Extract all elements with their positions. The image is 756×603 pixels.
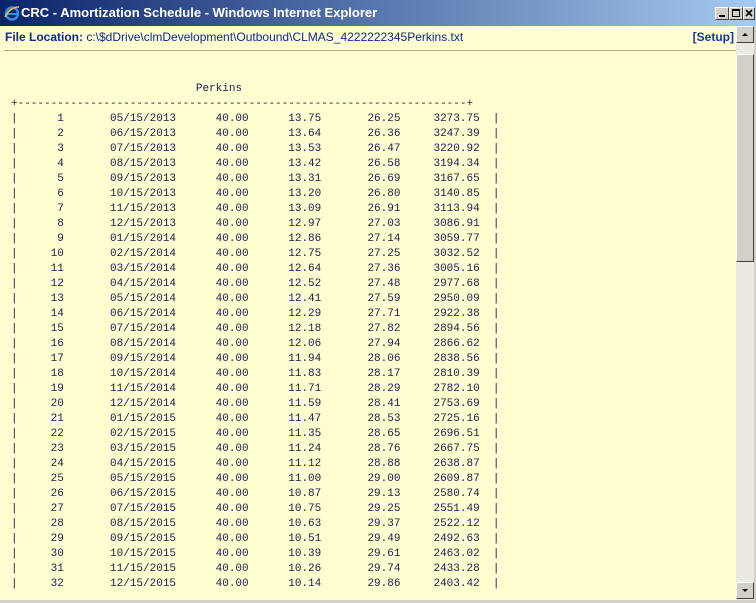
schedule-row: | 27 07/15/2015 40.00 10.75 29.25 2551.4… [11, 503, 500, 515]
window-title: CRC - Amortization Schedule - Windows In… [21, 5, 378, 20]
schedule-row: | 19 11/15/2014 40.00 11.71 28.29 2782.1… [11, 383, 500, 395]
minimize-button[interactable] [715, 7, 729, 20]
schedule-row: | 2 06/15/2013 40.00 13.64 26.36 3247.39… [11, 128, 500, 140]
page-content: File Location: c:\$dDrive\clmDevelopment… [0, 26, 756, 600]
close-icon [745, 9, 753, 17]
schedule-row: | 5 09/15/2013 40.00 13.31 26.69 3167.65… [11, 173, 500, 185]
schedule-row: | 7 11/15/2013 40.00 13.09 26.91 3113.94… [11, 203, 500, 215]
schedule-row: | 30 10/15/2015 40.00 10.39 29.61 2463.0… [11, 548, 500, 560]
minimize-icon [719, 15, 725, 17]
schedule-row: | 23 03/15/2015 40.00 11.24 28.76 2667.7… [11, 443, 500, 455]
file-location-label: File Location: [5, 30, 83, 44]
amortization-text: Perkins +-------------------------------… [11, 82, 499, 592]
schedule-row: | 24 04/15/2015 40.00 11.12 28.88 2638.8… [11, 458, 500, 470]
schedule-row: | 15 07/15/2014 40.00 12.18 27.82 2894.5… [11, 323, 500, 335]
ascii-border-top: +---------------------------------------… [11, 98, 474, 110]
text-pane: Perkins +-------------------------------… [2, 53, 736, 598]
schedule-row: | 1 05/15/2013 40.00 13.75 26.25 3273.75… [11, 113, 500, 125]
schedule-row: | 16 08/15/2014 40.00 12.06 27.94 2866.6… [11, 338, 500, 350]
schedule-row: | 13 05/15/2014 40.00 12.41 27.59 2950.0… [11, 293, 500, 305]
title-bar[interactable]: CRC - Amortization Schedule - Windows In… [0, 0, 756, 26]
schedule-row: | 21 01/15/2015 40.00 11.47 28.53 2725.1… [11, 413, 500, 425]
schedule-row: | 29 09/15/2015 40.00 10.51 29.49 2492.6… [11, 533, 500, 545]
schedule-row: | 9 01/15/2014 40.00 12.86 27.14 3059.77… [11, 233, 500, 245]
scroll-up-button[interactable] [736, 26, 754, 43]
schedule-row: | 25 05/15/2015 40.00 11.00 29.00 2609.8… [11, 473, 500, 485]
arrow-down-icon [742, 589, 748, 592]
arrow-up-icon [742, 33, 748, 36]
file-location: File Location: c:\$dDrive\clmDevelopment… [5, 30, 463, 44]
scroll-thumb[interactable] [736, 54, 754, 262]
schedule-row: | 17 09/15/2014 40.00 11.94 28.06 2838.5… [11, 353, 500, 365]
schedule-title: Perkins [195, 83, 243, 95]
schedule-row: | 3 07/15/2013 40.00 13.53 26.47 3220.92… [11, 143, 500, 155]
schedule-row: | 20 12/15/2014 40.00 11.59 28.41 2753.6… [11, 398, 500, 410]
header-divider [4, 50, 736, 51]
maximize-button[interactable] [729, 7, 743, 20]
schedule-row: | 14 06/15/2014 40.00 12.29 27.71 2922.3… [11, 308, 500, 320]
internet-explorer-icon [4, 6, 20, 21]
maximize-icon [732, 9, 740, 17]
schedule-row: | 31 11/15/2015 40.00 10.26 29.74 2433.2… [11, 563, 500, 575]
schedule-row: | 10 02/15/2014 40.00 12.75 27.25 3032.5… [11, 248, 500, 260]
setup-link[interactable]: [Setup] [693, 30, 734, 44]
schedule-row: | 11 03/15/2014 40.00 12.64 27.36 3005.1… [11, 263, 500, 275]
schedule-row: | 26 06/15/2015 40.00 10.87 29.13 2580.7… [11, 488, 500, 500]
browser-window: CRC - Amortization Schedule - Windows In… [0, 0, 756, 600]
file-location-path: c:\$dDrive\clmDevelopment\Outbound\CLMAS… [86, 30, 464, 44]
schedule-row: | 22 02/15/2015 40.00 11.35 28.65 2696.5… [11, 428, 500, 440]
schedule-row: | 28 08/15/2015 40.00 10.63 29.37 2522.1… [11, 518, 500, 530]
close-button[interactable] [743, 7, 755, 20]
vertical-scrollbar[interactable] [736, 26, 754, 600]
schedule-row: | 6 10/15/2013 40.00 13.20 26.80 3140.85… [11, 188, 500, 200]
schedule-row: | 8 12/15/2013 40.00 12.97 27.03 3086.91… [11, 218, 500, 230]
schedule-row: | 32 12/15/2015 40.00 10.14 29.86 2403.4… [11, 578, 500, 590]
schedule-row: | 18 10/15/2014 40.00 11.83 28.17 2810.3… [11, 368, 500, 380]
schedule-row: | 12 04/15/2014 40.00 12.52 27.48 2977.6… [11, 278, 500, 290]
schedule-row: | 4 08/15/2013 40.00 13.42 26.58 3194.34… [11, 158, 500, 170]
scroll-down-button[interactable] [736, 582, 754, 599]
